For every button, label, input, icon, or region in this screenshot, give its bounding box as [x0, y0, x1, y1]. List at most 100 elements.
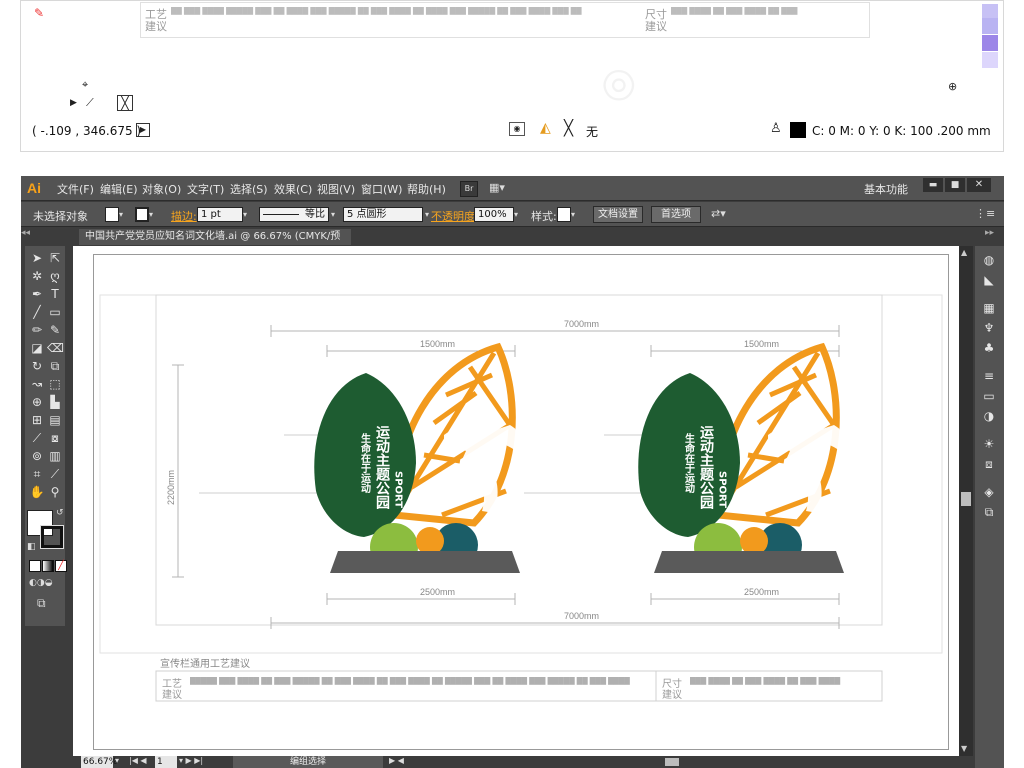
next-artboard-icon[interactable]: ▾ ▶ ▶| — [179, 756, 203, 765]
arrange-icon[interactable]: ⇄▾ — [711, 207, 726, 220]
gradient-panel-icon[interactable]: ▭ — [981, 388, 997, 404]
no-stroke-icon[interactable]: ╳ — [564, 119, 573, 137]
blend-tool-icon[interactable]: ⧇ — [47, 430, 63, 446]
layers-panel-icon[interactable]: ◈ — [981, 484, 997, 500]
play-small-icon[interactable]: ▶ — [70, 98, 77, 108]
warp-tool-icon[interactable]: ↝ — [29, 376, 45, 392]
menu-edit[interactable]: 编辑(E) — [100, 181, 138, 197]
screen-mode-icon[interactable]: ⧉ — [37, 596, 46, 611]
artboards-panel-icon[interactable]: ⧉ — [981, 504, 997, 520]
menu-select[interactable]: 选择(S) — [230, 181, 268, 197]
color-panel-icon[interactable]: ◍ — [981, 252, 997, 268]
horizontal-scroll-thumb[interactable] — [665, 758, 679, 766]
mesh-tool-icon[interactable]: ⊞ — [29, 412, 45, 428]
hand-tool-icon[interactable]: ✋ — [29, 484, 45, 500]
close-window-button[interactable]: ✕ — [967, 178, 991, 192]
swatch-3[interactable] — [982, 35, 998, 51]
collapse-panels-icon[interactable]: ▸▸ — [985, 228, 994, 238]
menu-effect[interactable]: 效果(C) — [274, 181, 312, 197]
menu-window[interactable]: 窗口(W) — [361, 181, 402, 197]
rectangle-tool-icon[interactable]: ▭ — [47, 304, 63, 320]
canvas-area[interactable]: 7000mm 1500mm 1500mm 2200mm 2500mm 2500m… — [73, 246, 959, 756]
shape-builder-icon[interactable]: ⊕ — [29, 394, 45, 410]
type-tool-icon[interactable]: T — [47, 286, 63, 302]
artboard[interactable]: 7000mm 1500mm 1500mm 2200mm 2500mm 2500m… — [93, 254, 949, 750]
stroke-swatch[interactable] — [135, 207, 149, 222]
paintbrush-icon[interactable]: ✏ — [29, 322, 45, 338]
swatch-4[interactable] — [982, 52, 998, 68]
preferences-button[interactable]: 首选项 — [651, 206, 701, 223]
stroke-weight-dropdown-icon[interactable]: ▾ — [243, 207, 253, 222]
sign-left[interactable]: 运动主题公园 生命在于运动 SPORT — [314, 342, 536, 573]
opacity-label[interactable]: 不透明度: — [431, 208, 479, 224]
swatch-2[interactable] — [982, 18, 998, 34]
appearance-panel-icon[interactable]: ☀ — [981, 436, 997, 452]
menu-view[interactable]: 视图(V) — [317, 181, 355, 197]
draw-mode-icons[interactable]: ◐◑◒ — [29, 578, 53, 588]
symbol-sprayer-icon[interactable]: ⊚ — [29, 448, 45, 464]
transparency-panel-icon[interactable]: ◑ — [981, 408, 997, 424]
menu-file[interactable]: 文件(F) — [57, 181, 94, 197]
free-transform-icon[interactable]: ⬚ — [47, 376, 63, 392]
color-mode-icon[interactable] — [29, 560, 41, 572]
document-tab[interactable]: 中国共产党党员应知名词文化墙.ai @ 66.67% (CMYK/预览) × — [79, 229, 351, 258]
lasso-icon[interactable]: ღ — [47, 268, 63, 284]
opacity-input[interactable]: 100% — [474, 207, 514, 222]
minimize-button[interactable]: ▬ — [923, 178, 943, 192]
fill-dropdown-icon[interactable]: ▾ — [119, 207, 129, 222]
stroke-label[interactable]: 描边: — [171, 208, 197, 224]
line-tool-icon[interactable]: ╱ — [29, 304, 45, 320]
paint-bucket-icon[interactable]: ◭ — [540, 120, 551, 136]
pen-tool-icon[interactable]: ✒ — [29, 286, 45, 302]
color-guide-icon[interactable]: ◣ — [981, 272, 997, 288]
stroke-style-dropdown-icon[interactable]: ▾ — [331, 207, 341, 222]
pencil-icon[interactable]: ✎ — [47, 322, 63, 338]
fill-swatch[interactable] — [105, 207, 119, 222]
direct-selection-tool-icon[interactable]: ⇱ — [47, 250, 63, 266]
arrange-documents-icon[interactable]: ▦▾ — [489, 181, 513, 195]
status-menu-icon[interactable]: ▶ ◀ — [389, 756, 404, 765]
symbols-panel-icon[interactable]: ♣ — [981, 340, 997, 356]
menu-type[interactable]: 文字(T) — [187, 181, 224, 197]
swap-colors-icon[interactable]: ↺ — [56, 508, 64, 518]
document-setup-button[interactable]: 文档设置 — [593, 206, 643, 223]
graph-tool-icon[interactable]: ▥ — [47, 448, 63, 464]
artboard-tool-icon[interactable]: ⌗ — [29, 466, 45, 482]
eyedropper-icon[interactable]: ⟋ — [86, 96, 94, 110]
maximize-button[interactable]: ■ — [945, 178, 965, 192]
artboard-number-input[interactable]: 1 — [155, 756, 177, 768]
gradient-tool-icon[interactable]: ▤ — [47, 412, 63, 428]
menu-object[interactable]: 对象(O) — [142, 181, 181, 197]
gradient-mode-icon[interactable] — [42, 560, 54, 572]
scroll-up-icon[interactable]: ▲ — [961, 248, 967, 257]
default-colors-icon[interactable]: ◧ — [27, 542, 36, 552]
magic-wand-icon[interactable]: ✲ — [29, 268, 45, 284]
zoom-dropdown-icon[interactable]: ▾ — [115, 756, 119, 765]
rotate-tool-icon[interactable]: ↻ — [29, 358, 45, 374]
frame-icon[interactable]: ◉ — [509, 122, 525, 136]
panel-menu-icon[interactable]: ⋮≡ — [975, 207, 995, 220]
opacity-dropdown-icon[interactable]: ▾ — [514, 207, 524, 222]
eraser-icon[interactable]: ⌫ — [47, 340, 64, 356]
stroke-color-box[interactable] — [40, 525, 64, 549]
collapse-tools-icon[interactable]: ◂◂ — [21, 228, 30, 238]
status-mode[interactable]: 编组选择 — [233, 756, 383, 768]
brush-definition-select[interactable]: 5 点圆形 — [343, 207, 423, 222]
graphic-style-swatch[interactable] — [557, 207, 571, 222]
zoom-tool-icon[interactable]: ⚲ — [47, 484, 63, 500]
scale-tool-icon[interactable]: ⧉ — [47, 358, 63, 374]
brushes-panel-icon[interactable]: ♆ — [981, 320, 997, 336]
bridge-button[interactable]: Br — [460, 181, 478, 197]
scroll-thumb[interactable] — [961, 492, 971, 506]
workspace-switcher[interactable]: 基本功能 — [864, 181, 908, 197]
vertical-scrollbar[interactable]: ▲ ▼ — [959, 246, 973, 756]
selection-tool-icon[interactable]: ➤ — [29, 250, 45, 266]
stroke-panel-icon[interactable]: ≡ — [981, 368, 997, 384]
none-mode-icon[interactable]: ╱ — [55, 560, 67, 572]
sign-right[interactable]: 运动主题公园 生命在于运动 SPORT — [638, 342, 860, 573]
eyedropper-tool-icon[interactable]: ⟋ — [29, 430, 45, 446]
graphic-styles-panel-icon[interactable]: ⧈ — [981, 456, 997, 472]
first-artboard-icon[interactable]: |◀ ◀ — [129, 756, 147, 765]
menu-help[interactable]: 帮助(H) — [407, 181, 446, 197]
scroll-down-icon[interactable]: ▼ — [961, 744, 967, 753]
